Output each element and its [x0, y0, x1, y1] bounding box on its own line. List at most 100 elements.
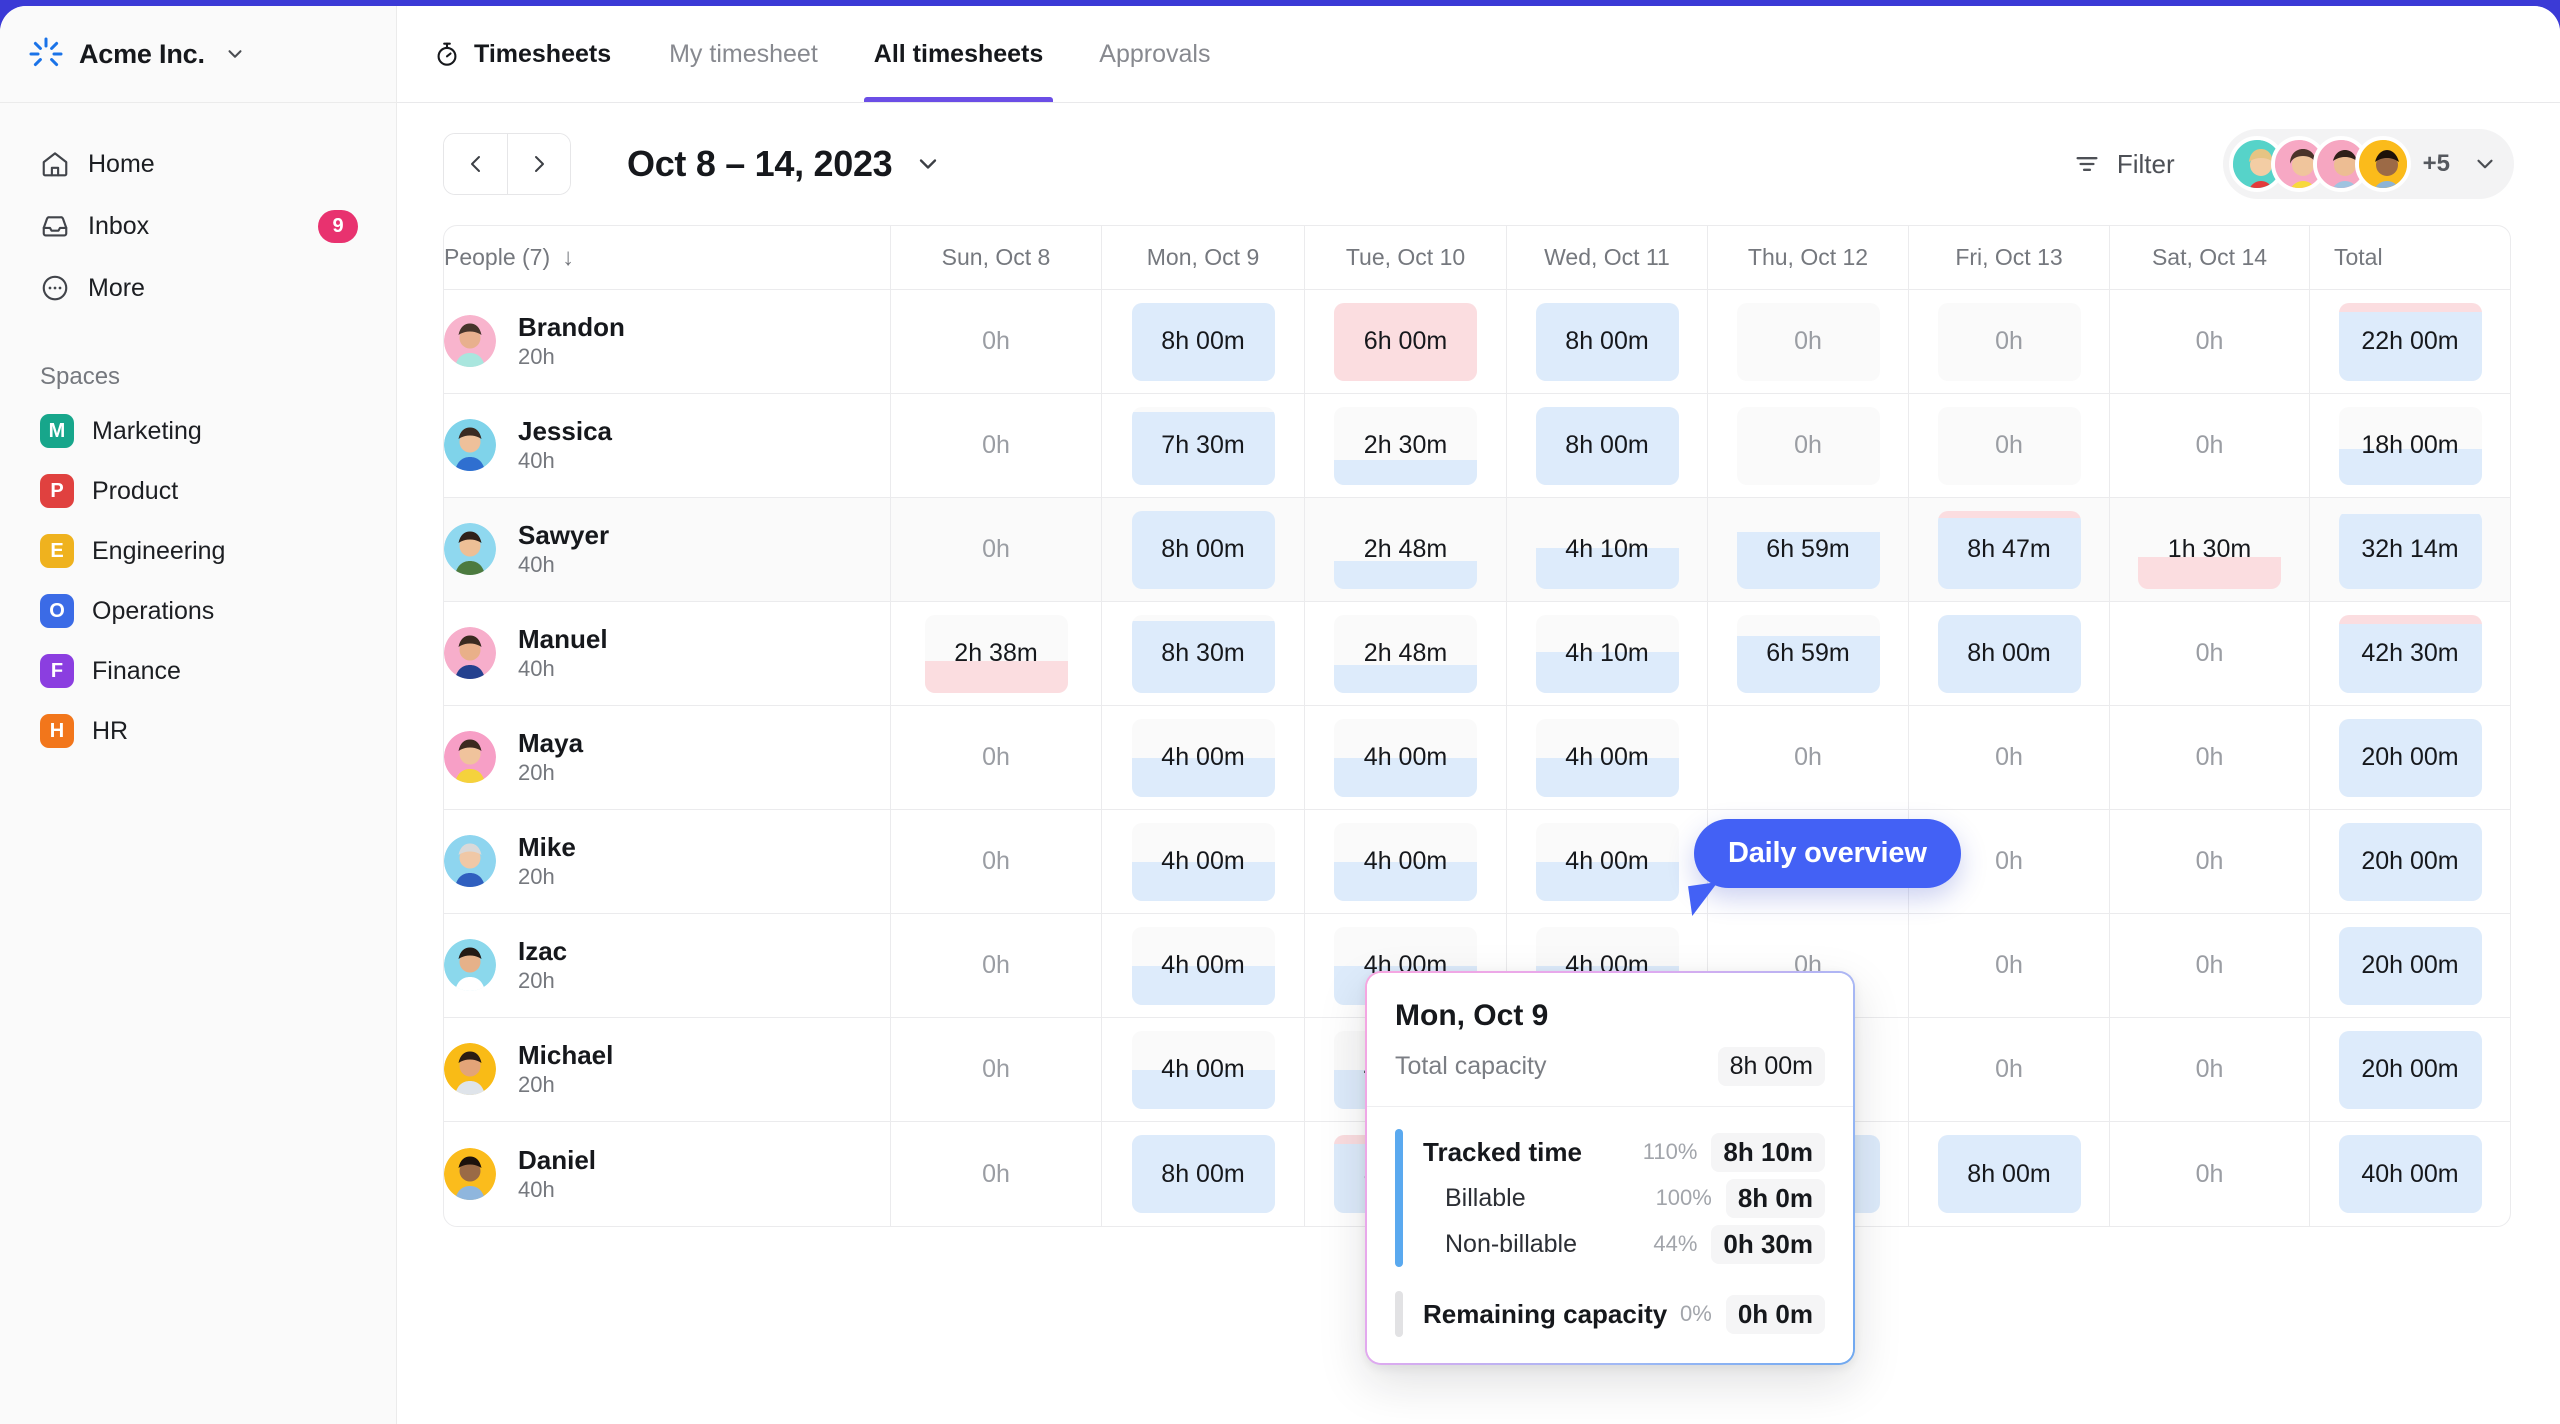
- total-chip[interactable]: 20h 00m: [2339, 1031, 2482, 1109]
- time-chip[interactable]: 0h: [1938, 719, 2081, 797]
- time-chip[interactable]: 0h: [1938, 1031, 2081, 1109]
- time-chip[interactable]: 4h 10m: [1536, 615, 1679, 693]
- day-cell[interactable]: 8h 47m: [1909, 498, 2110, 602]
- table-row[interactable]: Brandon20h0h8h 00m6h 00m8h 00m0h0h0h22h …: [444, 290, 2510, 394]
- total-cell[interactable]: 18h 00m: [2310, 394, 2510, 498]
- day-cell[interactable]: 0h: [2110, 706, 2310, 810]
- day-cell[interactable]: 0h: [2110, 810, 2310, 914]
- time-chip[interactable]: 0h: [1737, 303, 1880, 381]
- time-chip[interactable]: 0h: [2138, 303, 2281, 381]
- day-cell[interactable]: 0h: [891, 394, 1102, 498]
- person-cell[interactable]: Jessica40h: [444, 394, 891, 498]
- day-cell[interactable]: 4h 10m: [1507, 602, 1708, 706]
- person-cell[interactable]: Brandon20h: [444, 290, 891, 394]
- time-chip[interactable]: 6h 59m: [1737, 615, 1880, 693]
- day-cell[interactable]: 0h: [891, 1018, 1102, 1122]
- column-header-people[interactable]: People (7) ↓: [444, 226, 891, 290]
- time-chip[interactable]: 8h 00m: [1132, 511, 1275, 589]
- person-cell[interactable]: Mike20h: [444, 810, 891, 914]
- time-chip[interactable]: 4h 00m: [1132, 1031, 1275, 1109]
- time-chip[interactable]: 2h 48m: [1334, 615, 1477, 693]
- person-cell[interactable]: Maya20h: [444, 706, 891, 810]
- day-cell[interactable]: 4h 00m: [1305, 706, 1507, 810]
- sidebar-item-inbox[interactable]: Inbox 9: [22, 195, 374, 257]
- sidebar-item-operations[interactable]: O Operations: [22, 581, 374, 641]
- total-chip[interactable]: 32h 14m: [2339, 511, 2482, 589]
- time-chip[interactable]: 0h: [925, 1135, 1068, 1213]
- day-cell[interactable]: 1h 30m: [2110, 498, 2310, 602]
- time-chip[interactable]: 4h 10m: [1536, 511, 1679, 589]
- time-chip[interactable]: 8h 30m: [1132, 615, 1275, 693]
- total-cell[interactable]: 42h 30m: [2310, 602, 2510, 706]
- time-chip[interactable]: 0h: [925, 1031, 1068, 1109]
- day-cell[interactable]: 0h: [891, 290, 1102, 394]
- sidebar-item-hr[interactable]: H HR: [22, 701, 374, 761]
- total-cell[interactable]: 32h 14m: [2310, 498, 2510, 602]
- filter-button[interactable]: Filter: [2059, 139, 2189, 190]
- previous-week-button[interactable]: [444, 134, 507, 194]
- time-chip[interactable]: 2h 30m: [1334, 407, 1477, 485]
- day-cell[interactable]: 0h: [1909, 290, 2110, 394]
- time-chip[interactable]: 0h: [925, 303, 1068, 381]
- time-chip[interactable]: 0h: [2138, 1031, 2281, 1109]
- table-row[interactable]: Sawyer40h 0h 8h 00m 2h 48m 4h 10m 6h 59m 8h 47…: [444, 498, 2510, 602]
- day-cell[interactable]: 8h 00m: [1909, 1122, 2110, 1226]
- time-chip[interactable]: 0h: [925, 719, 1068, 797]
- sidebar-item-engineering[interactable]: E Engineering: [22, 521, 374, 581]
- person-cell[interactable]: Manuel40h: [444, 602, 891, 706]
- time-chip[interactable]: 0h: [925, 407, 1068, 485]
- time-chip[interactable]: 8h 47m: [1938, 511, 2081, 589]
- day-cell[interactable]: 6h 59m: [1708, 602, 1909, 706]
- time-chip[interactable]: 8h 00m: [1132, 1135, 1275, 1213]
- day-cell[interactable]: 8h 00m: [1102, 290, 1305, 394]
- time-chip[interactable]: 0h: [2138, 615, 2281, 693]
- workspace-switcher[interactable]: Acme Inc.: [0, 6, 396, 103]
- time-chip[interactable]: 0h: [2138, 1135, 2281, 1213]
- sidebar-item-marketing[interactable]: M Marketing: [22, 401, 374, 461]
- day-cell[interactable]: 4h 00m: [1507, 810, 1708, 914]
- total-chip[interactable]: 40h 00m: [2339, 1135, 2482, 1213]
- day-cell[interactable]: 0h: [2110, 1122, 2310, 1226]
- day-cell[interactable]: 6h 59m: [1708, 498, 1909, 602]
- sidebar-item-finance[interactable]: F Finance: [22, 641, 374, 701]
- time-chip[interactable]: 4h 00m: [1334, 719, 1477, 797]
- time-chip[interactable]: 4h 00m: [1334, 823, 1477, 901]
- day-cell[interactable]: 4h 00m: [1102, 706, 1305, 810]
- day-cell[interactable]: 8h 00m: [1102, 498, 1305, 602]
- day-cell[interactable]: 0h: [891, 810, 1102, 914]
- day-cell[interactable]: 4h 10m: [1507, 498, 1708, 602]
- total-cell[interactable]: 20h 00m: [2310, 706, 2510, 810]
- day-cell[interactable]: 0h: [2110, 394, 2310, 498]
- day-cell[interactable]: 0h: [2110, 1018, 2310, 1122]
- day-cell[interactable]: 0h: [1909, 1018, 2110, 1122]
- person-cell[interactable]: Daniel40h: [444, 1122, 891, 1226]
- time-chip[interactable]: 0h: [2138, 823, 2281, 901]
- time-chip[interactable]: 6h 00m: [1334, 303, 1477, 381]
- time-chip[interactable]: 4h 00m: [1536, 823, 1679, 901]
- time-chip[interactable]: 0h: [2138, 407, 2281, 485]
- total-chip[interactable]: 20h 00m: [2339, 719, 2482, 797]
- sidebar-item-home[interactable]: Home: [22, 133, 374, 195]
- day-cell[interactable]: 0h: [1909, 706, 2110, 810]
- day-cell[interactable]: 0h: [1708, 706, 1909, 810]
- time-chip[interactable]: 0h: [1737, 407, 1880, 485]
- time-chip[interactable]: 0h: [925, 511, 1068, 589]
- time-chip[interactable]: 4h 00m: [1536, 719, 1679, 797]
- day-cell[interactable]: 4h 00m: [1102, 914, 1305, 1018]
- day-cell[interactable]: 8h 00m: [1507, 290, 1708, 394]
- person-cell[interactable]: Sawyer40h: [444, 498, 891, 602]
- day-cell[interactable]: 0h: [1708, 394, 1909, 498]
- assignee-avatar-group[interactable]: +5: [2223, 129, 2514, 199]
- time-chip[interactable]: 2h 38m: [925, 615, 1068, 693]
- time-chip[interactable]: 1h 30m: [2138, 511, 2281, 589]
- day-cell[interactable]: 2h 48m: [1305, 498, 1507, 602]
- time-chip[interactable]: 0h: [2138, 927, 2281, 1005]
- total-cell[interactable]: 40h 00m: [2310, 1122, 2510, 1226]
- day-cell[interactable]: 4h 00m: [1102, 1018, 1305, 1122]
- day-cell[interactable]: 0h: [891, 1122, 1102, 1226]
- next-week-button[interactable]: [507, 134, 570, 194]
- time-chip[interactable]: 6h 59m: [1737, 511, 1880, 589]
- day-cell[interactable]: 0h: [2110, 602, 2310, 706]
- day-cell[interactable]: 2h 38m: [891, 602, 1102, 706]
- day-cell[interactable]: 0h: [2110, 290, 2310, 394]
